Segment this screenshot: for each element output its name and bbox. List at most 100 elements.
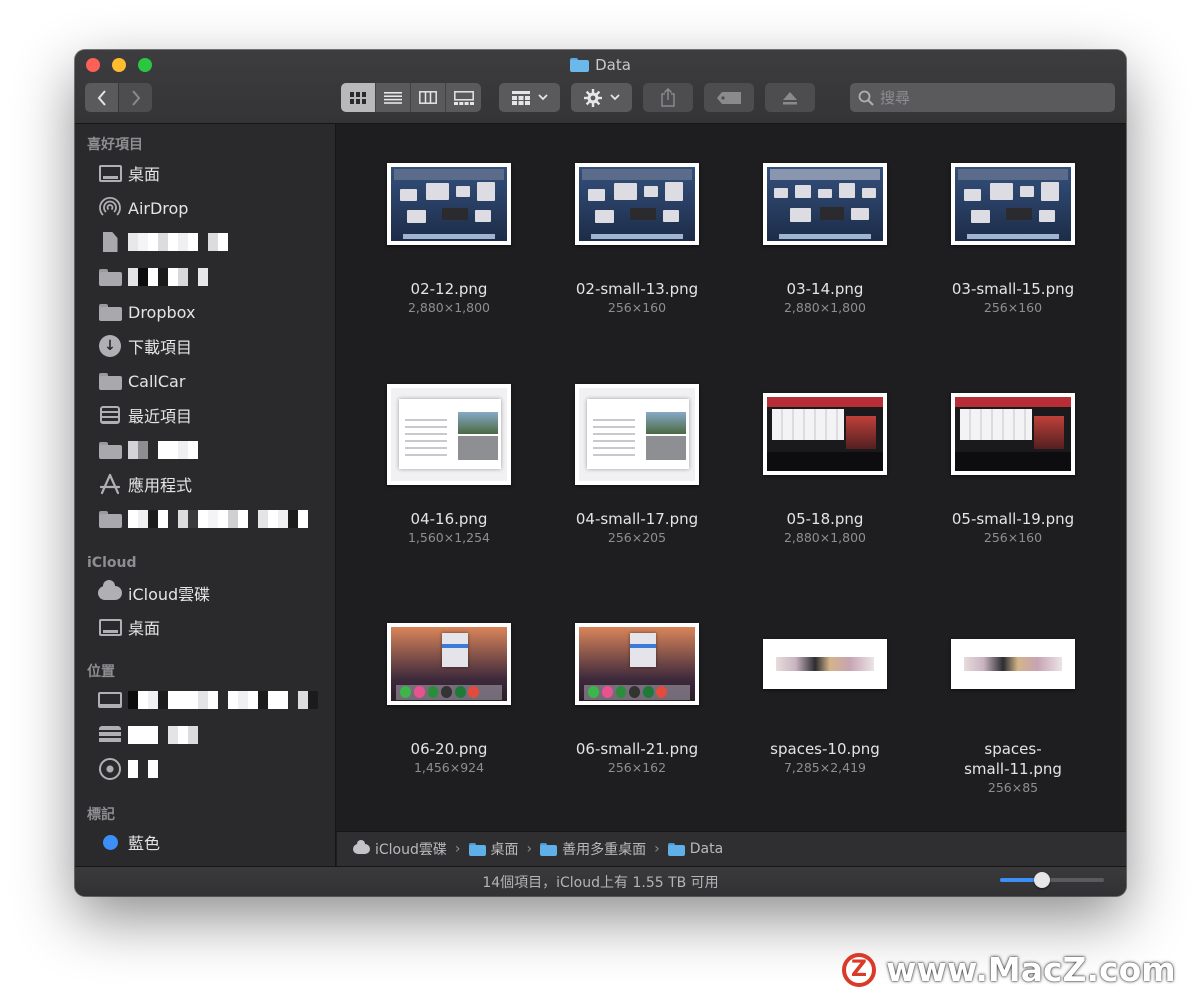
gear-icon (583, 88, 602, 107)
recents-icon (100, 406, 120, 424)
group-by-button[interactable] (499, 83, 560, 112)
thumbnail (763, 393, 887, 475)
chevron-right-icon: › (454, 841, 461, 857)
desktop-icon (98, 164, 122, 182)
search-field[interactable] (850, 83, 1115, 112)
file-dimensions: 256×162 (607, 760, 667, 775)
view-mode-selector (341, 83, 481, 112)
thumbnail (575, 383, 699, 485)
redacted-label (128, 760, 158, 778)
sidebar-item-redacted-network[interactable] (97, 755, 158, 783)
folder-icon (540, 842, 558, 856)
file-item[interactable]: 04-small-17.png 256×205 (543, 379, 731, 545)
cloud-icon (353, 840, 370, 854)
file-dimensions: 2,880×1,800 (407, 300, 491, 315)
window-title: Data (75, 56, 1126, 74)
applications-icon (99, 473, 121, 495)
sidebar-item-redacted-computer[interactable] (97, 686, 318, 714)
path-item-spaces-folder[interactable]: 善用多重桌面 (540, 839, 646, 859)
sidebar-item-airdrop[interactable]: AirDrop (97, 194, 188, 222)
thumbnail (951, 163, 1075, 245)
macz-logo: Z (842, 952, 876, 987)
eject-button[interactable] (765, 83, 815, 112)
sidebar-item-redacted-document[interactable] (97, 228, 228, 256)
sidebar-item-desktop[interactable]: 桌面 (97, 159, 160, 187)
drive-icon (99, 726, 121, 744)
laptop-icon (98, 692, 122, 708)
list-view-button[interactable] (376, 83, 411, 112)
action-button[interactable] (571, 83, 632, 112)
tags-button[interactable] (704, 83, 754, 112)
file-item[interactable]: spaces- small-11.png 256×85 (919, 609, 1107, 795)
file-item[interactable]: 03-small-15.png 256×160 (919, 149, 1107, 315)
sidebar-item-redacted-drive[interactable] (97, 721, 198, 749)
file-item[interactable]: 03-14.png 2,880×1,800 (731, 149, 919, 315)
thumbnail (763, 163, 887, 245)
sidebar-item-icloud-desktop[interactable]: 桌面 (97, 613, 160, 641)
folder-icon (98, 268, 122, 286)
back-button[interactable] (85, 83, 118, 112)
file-item[interactable]: 05-small-19.png 256×160 (919, 379, 1107, 545)
sidebar-item-recents[interactable]: 最近項目 (97, 401, 192, 429)
sidebar-item-redacted-folder-2[interactable] (97, 436, 198, 464)
watermark: Z www.MacZ.com (842, 950, 1176, 989)
file-dimensions: 256×205 (607, 530, 667, 545)
sidebar-item-label: 下載項目 (128, 338, 193, 357)
sidebar-item-applications[interactable]: 應用程式 (97, 470, 192, 498)
sidebar-item-callcar[interactable]: CallCar (97, 367, 185, 395)
file-item[interactable]: spaces-10.png 7,285×2,419 (731, 609, 919, 775)
path-item-label: 桌面 (490, 842, 519, 858)
group-grid-icon (511, 90, 530, 105)
chevron-down-icon (609, 94, 620, 101)
file-dimensions: 256×85 (987, 780, 1039, 795)
thumbnail (951, 393, 1075, 475)
chevron-right-icon (131, 89, 140, 106)
file-item[interactable]: 02-12.png 2,880×1,800 (355, 149, 543, 315)
file-name: 03-14.png (786, 280, 864, 298)
airdrop-icon (99, 196, 121, 216)
slider-knob[interactable] (1033, 872, 1050, 888)
sidebar-item-icloud-drive[interactable]: iCloud雲碟 (97, 579, 210, 607)
path-item-icloud-drive[interactable]: iCloud雲碟 (353, 839, 447, 859)
file-item[interactable]: 06-20.png 1,456×924 (355, 609, 543, 775)
sidebar-item-label: 桌面 (128, 165, 161, 184)
file-grid: 02-12.png 2,880×1,800 02-small-13.png 25… (337, 124, 1126, 831)
sidebar-item-downloads[interactable]: ↓ 下載項目 (97, 332, 192, 360)
sidebar: 喜好項目 桌面 AirDrop Dropbox ↓ 下載項目 CallCar 最… (75, 124, 336, 866)
forward-button[interactable] (119, 83, 152, 112)
thumbnail (575, 163, 699, 245)
search-input[interactable] (880, 88, 1100, 107)
file-item[interactable]: 05-18.png 2,880×1,800 (731, 379, 919, 545)
path-bar: iCloud雲碟 › 桌面 › 善用多重桌面 › Data (337, 831, 1126, 866)
chevron-right-icon: › (526, 841, 533, 857)
folder-icon (667, 842, 685, 856)
thumbnail (575, 623, 699, 705)
share-button[interactable] (643, 83, 693, 112)
icon-view-button[interactable] (341, 83, 376, 112)
chevron-down-icon (537, 94, 548, 101)
sidebar-item-redacted-folder-1[interactable] (97, 263, 208, 291)
thumbnail (763, 639, 887, 689)
file-item[interactable]: 04-16.png 1,560×1,254 (355, 379, 543, 545)
path-item-desktop[interactable]: 桌面 (468, 839, 519, 859)
file-item[interactable]: 02-small-13.png 256×160 (543, 149, 731, 315)
file-dimensions: 7,285×2,419 (783, 760, 867, 775)
finder-window: Data 搜尋 喜好項目 桌面 AirDrop Dropbox ↓ 下載項目 C… (75, 50, 1126, 896)
redacted-label (128, 691, 318, 709)
sidebar-item-redacted-folder-3[interactable] (97, 505, 308, 533)
column-view-button[interactable] (411, 83, 446, 112)
sidebar-item-tag-blue[interactable]: 藍色 (97, 828, 160, 856)
icon-size-slider[interactable] (1000, 872, 1104, 888)
file-dimensions: 256×160 (983, 300, 1043, 315)
watermark-text: www.MacZ.com (886, 950, 1176, 989)
sidebar-item-dropbox[interactable]: Dropbox (97, 298, 195, 326)
path-item-data[interactable]: Data (667, 841, 723, 857)
folder-icon (570, 58, 590, 72)
gallery-view-button[interactable] (446, 83, 481, 112)
chevron-left-icon (97, 89, 106, 106)
thumbnail (951, 639, 1075, 689)
window-title-text: Data (595, 56, 631, 74)
downloads-icon: ↓ (99, 335, 121, 357)
file-item[interactable]: 06-small-21.png 256×162 (543, 609, 731, 775)
sidebar-header-favorites: 喜好項目 (87, 137, 143, 153)
